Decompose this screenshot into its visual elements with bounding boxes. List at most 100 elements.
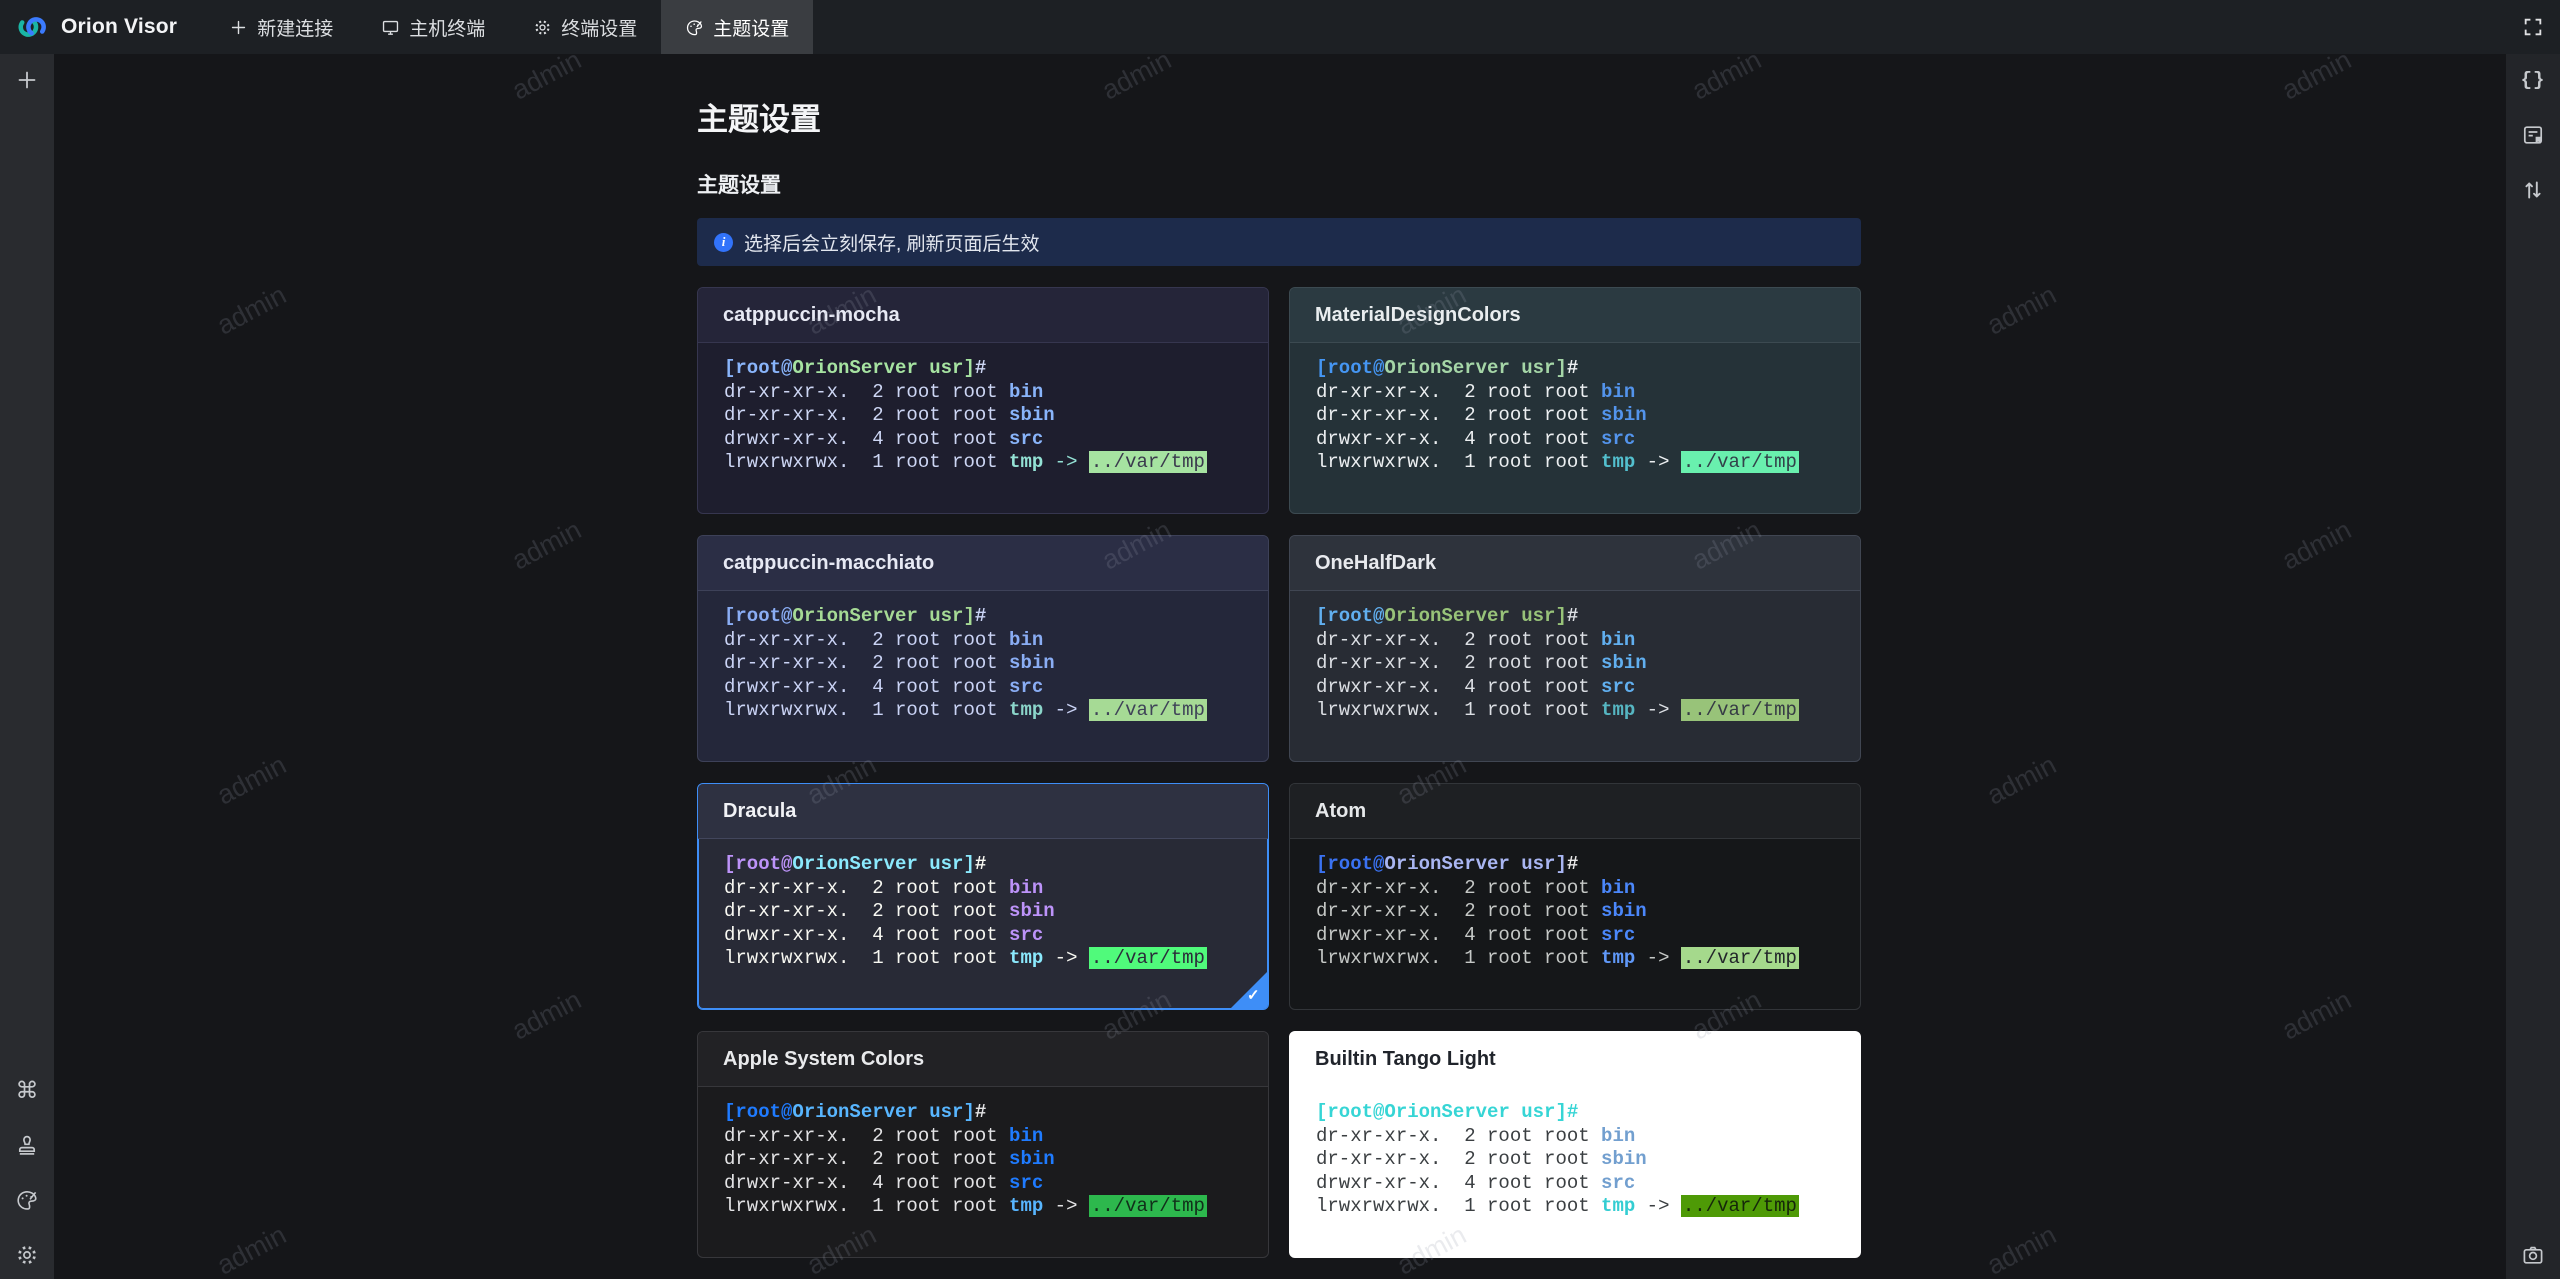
theme-card-materialdesigncolors[interactable]: MaterialDesignColors [root@OrionServer u…: [1289, 287, 1861, 514]
highlighted-path: ../var/tmp: [1680, 451, 1799, 473]
highlighted-path: ../var/tmp: [1680, 699, 1799, 721]
file-name: src: [1601, 923, 1636, 946]
terminal-text: lrwxrwxrwx. 1 root root: [724, 947, 1010, 969]
file-name: bin: [1601, 628, 1636, 651]
terminal-line: lrwxrwxrwx. 1 root root tmp -> ../var/tm…: [724, 699, 1242, 723]
terminal-text: drwxr-xr-x. 4 root root: [1316, 923, 1602, 946]
file-name: tmp: [1009, 451, 1044, 473]
stamp-icon[interactable]: [15, 1133, 39, 1157]
plus-icon[interactable]: [15, 68, 39, 92]
prompt-user: [root@: [724, 853, 793, 875]
prompt-host: OrionServer usr]: [792, 605, 975, 627]
prompt-user: [root@: [724, 1101, 793, 1123]
terminal-text: lrwxrwxrwx. 1 root root: [1316, 451, 1602, 473]
file-name: tmp: [1601, 451, 1636, 473]
terminal-line: drwxr-xr-x. 4 root root src: [1316, 1172, 1834, 1196]
theme-card-atom[interactable]: Atom [root@OrionServer usr]# dr-xr-xr-x. …: [1289, 783, 1861, 1010]
terminal-text: dr-xr-xr-x. 2 root root: [724, 652, 1010, 674]
terminal-line: dr-xr-xr-x. 2 root root bin: [1316, 381, 1834, 405]
palette-icon[interactable]: [15, 1188, 39, 1212]
left-sidebar: ⌘: [0, 54, 54, 1279]
terminal-text: dr-xr-xr-x. 2 root root: [724, 628, 1010, 651]
theme-card-onehalfdark[interactable]: OneHalfDark [root@OrionServer usr]# dr-xr…: [1289, 535, 1861, 762]
tab-label: 新建连接: [257, 18, 334, 40]
file-name: tmp: [1009, 699, 1044, 721]
terminal-line: drwxr-xr-x. 4 root root src: [724, 676, 1242, 700]
prompt-host: OrionServer usr]: [792, 853, 975, 875]
tab-new-connection[interactable]: 新建连接: [205, 0, 357, 54]
terminal-line: dr-xr-xr-x. 2 root root bin: [724, 1125, 1242, 1149]
brand-name: Orion Visor: [61, 15, 178, 38]
gear-icon[interactable]: [15, 1243, 39, 1267]
file-name: bin: [1601, 380, 1636, 403]
terminal-text: dr-xr-xr-x. 2 root root: [724, 900, 1010, 922]
prompt-user: [root@: [1316, 357, 1385, 379]
terminal-prompt-line: [root@OrionServer usr]#: [724, 357, 1242, 381]
file-name: bin: [1601, 1124, 1636, 1147]
terminal-line: drwxr-xr-x. 4 root root src: [1316, 676, 1834, 700]
terminal-line: dr-xr-xr-x. 2 root root sbin: [724, 404, 1242, 428]
terminal-text: drwxr-xr-x. 4 root root: [724, 923, 1010, 946]
selected-corner-badge: ✓: [1230, 971, 1268, 1009]
prompt-host: OrionServer usr]: [1384, 605, 1567, 627]
terminal-text: dr-xr-xr-x. 2 root root: [1316, 404, 1602, 426]
file-name: bin: [1009, 876, 1044, 899]
tab-label: 主机终端: [409, 18, 486, 40]
terminal-line: lrwxrwxrwx. 1 root root tmp -> ../var/tm…: [1316, 451, 1834, 475]
tab-terminal-settings[interactable]: 终端设置: [509, 0, 661, 54]
doc-bookmark-icon[interactable]: [2521, 123, 2545, 147]
theme-card-catppuccin-macchiato[interactable]: catppuccin-macchiato [root@OrionServer u…: [697, 535, 1269, 762]
sort-arrows-icon[interactable]: [2521, 178, 2545, 202]
terminal-text: lrwxrwxrwx. 1 root root: [724, 1195, 1010, 1217]
tab-host-terminal[interactable]: 主机终端: [357, 0, 509, 54]
terminal-text: dr-xr-xr-x. 2 root root: [1316, 628, 1602, 651]
terminal-line: dr-xr-xr-x. 2 root root sbin: [1316, 404, 1834, 428]
terminal-preview: [root@OrionServer usr]# dr-xr-xr-x. 2 roo…: [1290, 591, 1860, 723]
left-sidebar-top: [15, 68, 39, 92]
terminal-prompt-line: [root@OrionServer usr]#: [1316, 605, 1834, 629]
braces-icon[interactable]: {}: [2521, 68, 2545, 92]
file-name: src: [1009, 923, 1044, 946]
file-name: tmp: [1601, 699, 1636, 721]
theme-name: Builtin Tango Light: [1315, 1047, 1496, 1070]
navbar-right: [2522, 0, 2560, 54]
brand[interactable]: Orion Visor: [0, 0, 205, 54]
monitor-icon: [381, 18, 400, 37]
prompt-symbol: #: [1566, 357, 1579, 379]
terminal-line: dr-xr-xr-x. 2 root root bin: [1316, 1125, 1834, 1149]
theme-card-dracula[interactable]: Dracula [root@OrionServer usr]# dr-xr-xr-…: [697, 783, 1269, 1010]
prompt-host: OrionServer usr]: [1384, 357, 1567, 379]
terminal-preview: [root@OrionServer usr]# dr-xr-xr-x. 2 roo…: [698, 591, 1268, 723]
theme-card-builtin-tango-light[interactable]: Builtin Tango Light [root@OrionServer us…: [1289, 1031, 1861, 1258]
arrow: ->: [1043, 947, 1089, 969]
prompt-symbol: #: [974, 357, 987, 379]
terminal-text: dr-xr-xr-x. 2 root root: [1316, 380, 1602, 403]
theme-card-catppuccin-mocha[interactable]: catppuccin-mocha [root@OrionServer usr]#…: [697, 287, 1269, 514]
terminal-text: lrwxrwxrwx. 1 root root: [1316, 947, 1602, 969]
terminal-line: dr-xr-xr-x. 2 root root sbin: [724, 900, 1242, 924]
theme-card-apple-system-colors[interactable]: Apple System Colors [root@OrionServer us…: [697, 1031, 1269, 1258]
prompt-symbol: #: [974, 1101, 987, 1123]
terminal-text: dr-xr-xr-x. 2 root root: [1316, 1148, 1602, 1170]
camera-icon[interactable]: [2521, 1243, 2545, 1267]
theme-card-header: catppuccin-mocha: [698, 288, 1268, 343]
fullscreen-icon[interactable]: [2522, 16, 2544, 38]
highlighted-path: ../var/tmp: [1088, 947, 1207, 969]
arrow: ->: [1635, 947, 1681, 969]
file-name: bin: [1009, 628, 1044, 651]
theme-grid: catppuccin-mocha [root@OrionServer usr]#…: [697, 287, 1861, 1279]
theme-name: catppuccin-mocha: [723, 303, 900, 326]
right-sidebar-top: {}: [2521, 68, 2545, 202]
tab-theme-settings[interactable]: 主题设置: [661, 0, 814, 54]
navbar-tabs: 新建连接 主机终端 终端设置 主题设置: [205, 0, 814, 54]
highlighted-path: ../var/tmp: [1088, 451, 1207, 473]
terminal-text: dr-xr-xr-x. 2 root root: [724, 876, 1010, 899]
check-icon: ✓: [1247, 987, 1260, 1004]
tab-label: 主题设置: [713, 18, 790, 40]
terminal-text: drwxr-xr-x. 4 root root: [724, 427, 1010, 450]
theme-name: OneHalfDark: [1315, 551, 1437, 574]
alert-text: 选择后会立刻保存, 刷新页面后生效: [744, 233, 1040, 255]
terminal-preview: [root@OrionServer usr]# dr-xr-xr-x. 2 roo…: [698, 1087, 1268, 1219]
command-icon[interactable]: ⌘: [15, 1078, 39, 1102]
file-name: sbin: [1601, 652, 1647, 674]
